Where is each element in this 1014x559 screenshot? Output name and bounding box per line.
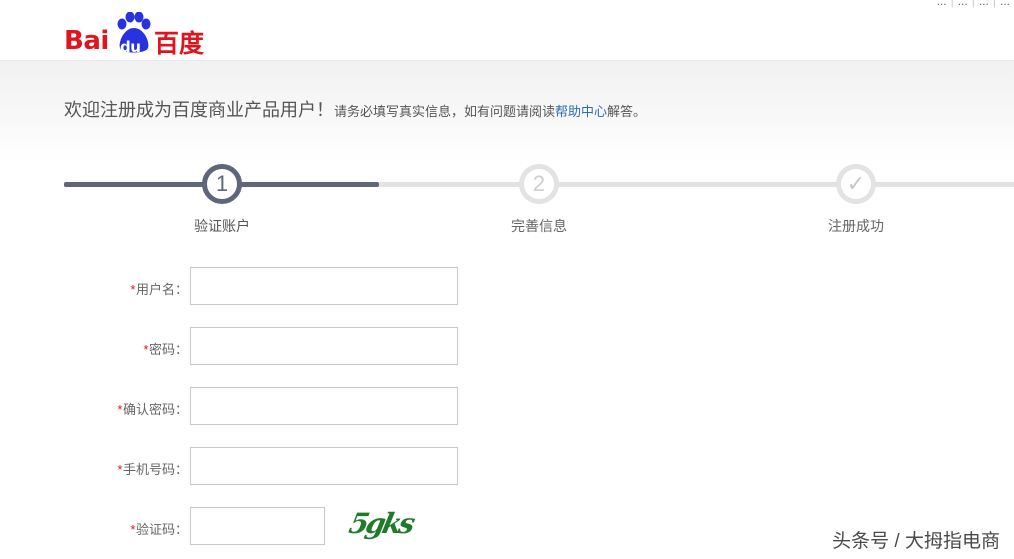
baidu-logo[interactable]: Bai du 百度 [64,12,214,58]
username-row: *用户名： [64,267,464,307]
phone-label: *手机号码： [116,462,188,477]
welcome-title: 欢迎注册成为百度商业产品用户！ [64,100,334,120]
step-1-circle: 1 [202,164,242,204]
captcha-text: 5gks [346,506,418,540]
confirm-password-row: *确认密码： [64,387,464,427]
logo-text-du: du [120,38,141,56]
captcha-label: *验证码： [129,522,188,537]
top-link[interactable]: ... [1000,0,1010,8]
step-2-label: 完善信息 [511,218,567,234]
confirm-password-label: *确认密码： [116,402,188,417]
password-row: *密码： [64,327,464,367]
top-header: ... |... |... |... Bai du 百度 [0,0,1014,61]
captcha-input[interactable] [190,507,325,545]
step-1-label: 验证账户 [194,218,250,234]
top-links: ... |... |... |... [937,0,1010,8]
password-label: *密码： [142,342,188,357]
phone-row: *手机号码： [64,447,464,487]
logo-text-cn: 百度 [154,29,205,58]
top-link[interactable]: ... [937,0,947,8]
top-link[interactable]: ... [958,0,968,8]
step-3-circle: ✓ [836,164,876,204]
step-3-label: 注册成功 [828,218,884,234]
top-link[interactable]: ... [979,0,989,8]
step-2-circle: 2 [519,164,559,204]
watermark-text: 头条号 / 大拇指电商 [832,531,1000,552]
welcome-note: 请务必填写真实信息，如有问题请阅读 [334,104,556,119]
confirm-password-input[interactable] [190,387,458,425]
captcha-row: *验证码： 5gks [64,506,464,547]
checkmark-icon: ✓ [846,171,866,196]
phone-input[interactable] [190,447,458,485]
step-1-number: 1 [215,171,229,196]
logo-text-bai: Bai [64,26,109,56]
captcha-image[interactable]: 5gks [344,503,444,543]
step-2-number: 2 [532,171,546,196]
password-input[interactable] [190,327,458,365]
welcome-message: 欢迎注册成为百度商业产品用户！请务必填写真实信息，如有问题请阅读帮助中心解答。 [64,96,646,122]
help-center-link[interactable]: 帮助中心 [555,104,607,119]
welcome-note-suffix: 解答。 [607,104,647,119]
username-input[interactable] [190,267,458,305]
username-label: *用户名： [129,282,188,297]
